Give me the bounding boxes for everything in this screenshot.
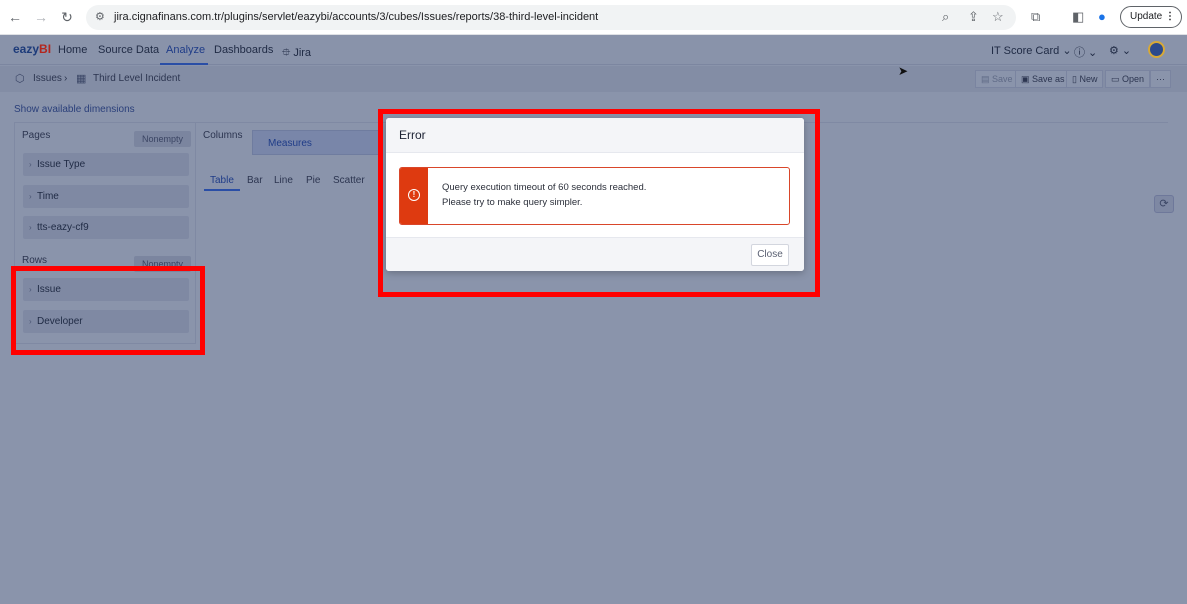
- side-panel-icon[interactable]: ◧: [1072, 9, 1084, 25]
- page-dimension-time[interactable]: › Time: [23, 185, 189, 208]
- profile-icon[interactable]: ●: [1098, 9, 1106, 24]
- dimension-label: Time: [37, 191, 59, 202]
- share-icon[interactable]: ⇪: [968, 9, 979, 25]
- forward-icon[interactable]: →: [31, 8, 51, 26]
- new-button[interactable]: ▯ New: [1066, 70, 1104, 88]
- zoom-icon[interactable]: ⌕: [942, 9, 949, 25]
- active-nav-indicator: [160, 63, 208, 65]
- nav-source-data[interactable]: Source Data: [98, 44, 159, 56]
- tab-bar[interactable]: Bar: [247, 175, 263, 186]
- browser-toolbar: ← → ↻ ⚙ jira.cignafinans.com.tr/plugins/…: [0, 0, 1187, 35]
- table-icon: ▦: [76, 73, 87, 85]
- settings-icon[interactable]: ⚙ ⌄: [1109, 44, 1131, 57]
- breadcrumb-report: Third Level Incident: [93, 73, 181, 84]
- tab-table[interactable]: Table: [210, 175, 234, 186]
- user-avatar[interactable]: [1148, 41, 1165, 58]
- new-file-icon: ▯: [1072, 74, 1077, 84]
- kebab-menu-icon[interactable]: ⋮: [1165, 7, 1175, 27]
- breadcrumb-cube[interactable]: Issues: [33, 73, 62, 84]
- extensions-icon[interactable]: ⧉: [1031, 9, 1040, 25]
- save-as-icon: ▣: [1021, 74, 1030, 84]
- chevron-down-icon: ⌄: [1062, 45, 1072, 57]
- account-selector[interactable]: IT Score Card ⌄: [991, 44, 1072, 57]
- caret-right-icon: ›: [29, 160, 32, 169]
- show-dimensions-link[interactable]: Show available dimensions: [14, 104, 135, 115]
- pages-label: Pages: [22, 130, 51, 141]
- rows-label: Rows: [22, 255, 48, 266]
- address-bar[interactable]: ⚙ jira.cignafinans.com.tr/plugins/servle…: [86, 5, 1016, 30]
- nav-analyze[interactable]: Analyze: [166, 44, 205, 56]
- nav-dashboards[interactable]: Dashboards: [214, 44, 273, 56]
- caret-right-icon: ›: [29, 223, 32, 232]
- jira-icon: ⯐: [282, 47, 291, 59]
- back-icon[interactable]: ←: [5, 8, 25, 26]
- more-button[interactable]: ···: [1150, 70, 1171, 88]
- open-button[interactable]: ▭ Open: [1105, 70, 1151, 88]
- dimension-label: tts-eazy-cf9: [37, 222, 89, 233]
- pages-nonempty-toggle[interactable]: Nonempty: [134, 131, 192, 147]
- highlight-box-dialog: [378, 109, 820, 297]
- dimension-label: Issue Type: [37, 159, 86, 170]
- columns-label: Columns: [203, 130, 243, 141]
- save-label: Save: [992, 74, 1013, 84]
- folder-icon: ▭: [1111, 74, 1120, 84]
- page-dimension-issue-type[interactable]: › Issue Type: [23, 153, 189, 176]
- help-icon[interactable]: ⓘ ⌄: [1074, 44, 1097, 60]
- site-info-icon[interactable]: ⚙: [95, 10, 105, 23]
- save-as-button[interactable]: ▣ Save as: [1015, 70, 1071, 88]
- reload-icon[interactable]: ↻: [57, 8, 77, 26]
- url-text: jira.cignafinans.com.tr/plugins/servlet/…: [114, 11, 599, 23]
- columns-measures-dimension[interactable]: Measures: [252, 130, 382, 155]
- nav-jira-label: Jira: [293, 47, 312, 59]
- update-label: Update: [1130, 11, 1163, 22]
- nav-home[interactable]: Home: [58, 44, 87, 56]
- tab-pie[interactable]: Pie: [306, 175, 320, 186]
- tab-scatter[interactable]: Scatter: [333, 175, 365, 186]
- breadcrumb-separator-icon: ›: [64, 73, 68, 84]
- save-icon: ▤: [981, 74, 990, 84]
- bookmark-star-icon[interactable]: ☆: [992, 9, 1004, 25]
- cube-icon: ⬡: [15, 73, 25, 85]
- tab-line[interactable]: Line: [274, 175, 293, 186]
- highlight-box-rows: [11, 266, 205, 355]
- account-name: IT Score Card: [991, 45, 1060, 57]
- app-navbar: eazyBI Home Source Data Analyze Dashboar…: [0, 35, 1187, 65]
- caret-right-icon: ›: [29, 192, 32, 201]
- mouse-cursor-icon: ➤: [898, 64, 909, 78]
- report-breadcrumb-bar: ⬡ Issues › ▦ Third Level Incident ▤ Save…: [0, 66, 1187, 92]
- save-as-label: Save as: [1032, 74, 1065, 84]
- update-button[interactable]: Update ⋮: [1120, 6, 1182, 28]
- active-tab-indicator: [204, 189, 240, 191]
- eazybi-logo[interactable]: eazyBI: [13, 42, 51, 56]
- save-button[interactable]: ▤ Save: [975, 70, 1019, 88]
- new-label: New: [1079, 74, 1098, 84]
- open-label: Open: [1122, 74, 1145, 84]
- refresh-icon[interactable]: ⟳: [1154, 195, 1174, 213]
- page-dimension-tts-eazy-cf9[interactable]: › tts-eazy-cf9: [23, 216, 189, 239]
- nav-jira[interactable]: ⯐ Jira: [282, 44, 311, 63]
